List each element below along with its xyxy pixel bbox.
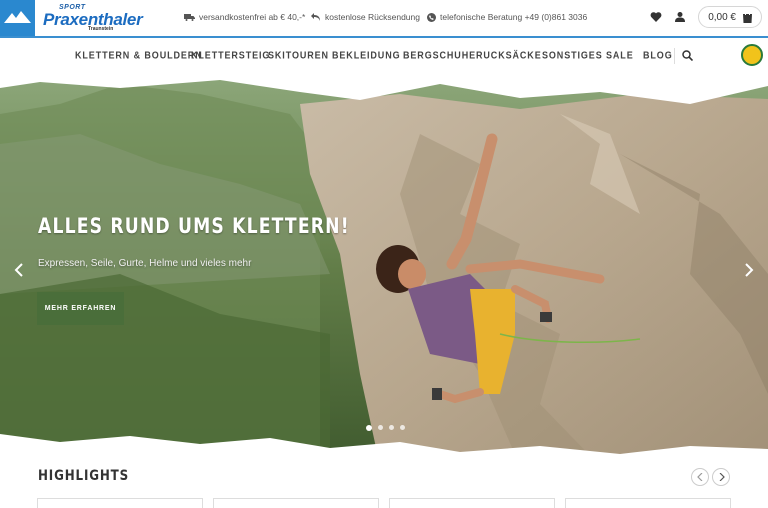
slider-dot-3[interactable]	[389, 425, 394, 430]
main-navigation: KLETTERN & BOULDERN KLETTERSTEIG SKITOUR…	[0, 38, 768, 74]
nav-item-bekleidung[interactable]: BEKLEIDUNG	[332, 49, 401, 61]
product-card[interactable]	[565, 498, 731, 508]
slider-dots	[366, 424, 405, 431]
hero-subtitle: Expressen, Seile, Gurte, Helme und viele…	[38, 258, 252, 269]
return-icon	[311, 13, 320, 21]
chevron-left-icon	[696, 473, 702, 481]
mountain-logo-icon[interactable]	[0, 0, 35, 36]
hero-title: ALLES RUND UMS KLETTERN!	[38, 214, 350, 238]
truck-icon	[184, 14, 195, 21]
usp-returns-text: kostenlose Rücksendung	[325, 12, 420, 22]
brand-city: Traunstein	[88, 26, 114, 32]
nav-item-klettersteig[interactable]: KLETTERSTEIG	[191, 49, 270, 61]
chevron-right-icon	[719, 473, 725, 481]
nav-item-sale[interactable]: SALE	[606, 49, 634, 61]
hero-climber-image	[0, 74, 768, 466]
slider-dot-2[interactable]	[378, 425, 383, 430]
certification-badge-icon[interactable]	[741, 44, 763, 66]
carousel-prev-button[interactable]	[691, 468, 709, 486]
hero-slider: ALLES RUND UMS KLETTERN! Expressen, Seil…	[0, 74, 768, 466]
product-card[interactable]	[213, 498, 379, 508]
nav-item-bergschuhe[interactable]: BERGSCHUHE	[403, 49, 476, 61]
usp-phone: telefonische Beratung +49 (0)861 3036	[427, 12, 587, 22]
hero-cta-button[interactable]: MEHR ERFAHREN	[37, 292, 124, 325]
usp-phone-text: telefonische Beratung +49 (0)861 3036	[440, 12, 588, 22]
heart-icon[interactable]	[650, 11, 662, 23]
nav-divider	[674, 48, 675, 64]
slider-dot-1[interactable]	[366, 424, 372, 431]
nav-item-blog[interactable]: BLOG	[643, 49, 673, 61]
cart-button[interactable]: 0,00 €	[698, 6, 762, 28]
chevron-right-icon[interactable]	[740, 262, 756, 278]
slider-dot-4[interactable]	[400, 425, 405, 430]
chevron-left-icon[interactable]	[12, 262, 28, 278]
usp-shipping-text: versandkostenfrei ab € 40,-*	[199, 12, 306, 22]
carousel-next-button[interactable]	[712, 468, 730, 486]
nav-item-rucksaecke[interactable]: RUCKSÄCKE	[476, 49, 542, 61]
usp-returns: kostenlose Rücksendung	[311, 12, 420, 22]
usp-shipping: versandkostenfrei ab € 40,-*	[184, 12, 305, 22]
product-card[interactable]	[389, 498, 555, 508]
phone-icon	[427, 12, 436, 22]
search-icon[interactable]	[682, 50, 693, 61]
user-icon[interactable]	[674, 11, 686, 23]
highlights-heading: HIGHLIGHTS	[38, 468, 130, 484]
shopping-bag-icon	[743, 11, 752, 23]
nav-item-klettern[interactable]: KLETTERN & BOULDERN	[75, 49, 203, 61]
cart-total: 0,00 €	[708, 11, 736, 23]
top-bar: SPORT Praxenthaler Traunstein versandkos…	[0, 0, 768, 38]
nav-item-skitouren[interactable]: SKITOUREN	[268, 49, 329, 61]
product-card[interactable]	[37, 498, 203, 508]
nav-item-sonstiges[interactable]: SONSTIGES	[542, 49, 603, 61]
